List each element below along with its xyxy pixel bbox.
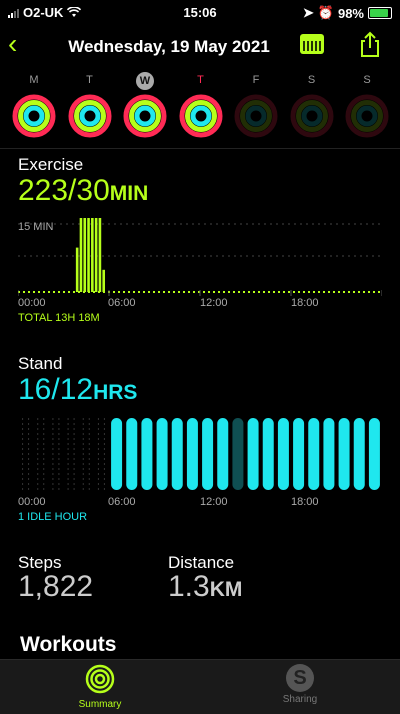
stand-bar	[277, 418, 289, 490]
day-0[interactable]: M	[12, 72, 56, 143]
stand-axis-0: 00:00	[18, 496, 46, 508]
activity-rings-icon	[123, 94, 167, 138]
stand-bar	[171, 418, 183, 490]
stand-bar	[247, 418, 259, 490]
battery-percent: 98%	[337, 5, 364, 21]
stand-axis-3: 18:00	[291, 496, 319, 508]
exercise-bar	[87, 218, 90, 292]
stand-bar	[126, 418, 138, 490]
day-letter: S	[363, 74, 371, 86]
stand-axis-1: 06:00	[108, 496, 136, 508]
activity-rings-icon	[12, 94, 56, 138]
location-icon: ➤	[302, 5, 314, 20]
calendar-icon[interactable]	[300, 34, 324, 54]
stand-bar	[156, 418, 168, 490]
day-6[interactable]: S	[345, 72, 389, 143]
stand-bar	[217, 418, 229, 490]
stand-bar	[141, 418, 153, 490]
exercise-bar	[98, 218, 102, 292]
day-3[interactable]: T	[179, 72, 223, 143]
sharing-icon: S	[286, 664, 314, 692]
activity-rings-icon	[179, 94, 222, 138]
stand-bar	[293, 418, 305, 490]
alarm-icon: ⏰	[317, 5, 334, 20]
stand-axis-2: 12:00	[200, 496, 228, 508]
exercise-bar	[79, 218, 83, 292]
stand-idle: 1 IDLE HOUR	[18, 511, 88, 523]
exercise-value: 223/30MIN	[18, 174, 148, 208]
stand-value-number: 16/12	[18, 373, 94, 406]
stand-bar	[202, 418, 214, 490]
activity-rings-icon	[68, 94, 111, 138]
stand-bar	[186, 418, 198, 490]
stand-chart	[22, 418, 380, 490]
distance-value-number: 1.3	[168, 570, 210, 603]
exercise-axis-2: 12:00	[200, 297, 228, 309]
exercise-bar	[91, 218, 94, 292]
exercise-unit: MIN	[109, 182, 149, 205]
day-letter: T	[197, 74, 204, 86]
day-4[interactable]: F	[234, 72, 278, 143]
stand-bar	[262, 418, 274, 490]
activity-rings-icon	[290, 94, 333, 138]
stand-unit: HRS	[93, 381, 138, 404]
battery-icon	[368, 7, 392, 19]
day-5[interactable]: S	[290, 72, 334, 143]
exercise-total: TOTAL 13H 18M	[18, 312, 100, 324]
stand-label: Stand	[18, 354, 63, 373]
day-letter: W	[136, 72, 154, 90]
stand-bar	[232, 418, 244, 490]
exercise-axis-0: 00:00	[18, 297, 46, 309]
exercise-bar	[83, 218, 87, 292]
tab-summary-label: Summary	[78, 699, 122, 710]
header: ‹ Wednesday, 19 May 2021	[0, 28, 400, 64]
exercise-chart	[18, 218, 382, 296]
activity-rings-icon	[234, 94, 278, 138]
tab-sharing[interactable]: S Sharing	[255, 664, 345, 705]
share-icon[interactable]	[356, 30, 384, 58]
stand-bar	[323, 418, 335, 490]
exercise-axis-3: 18:00	[291, 297, 319, 309]
day-letter: S	[307, 74, 316, 86]
distance-unit: KM	[209, 578, 243, 601]
summary-rings-icon	[85, 664, 115, 694]
day-letter: M	[29, 74, 39, 86]
stand-bar	[368, 418, 380, 490]
tab-bar: Summary S Sharing	[0, 659, 400, 714]
exercise-bar	[94, 218, 98, 292]
page-title: Wednesday, 19 May 2021	[68, 37, 270, 56]
stand-bar	[308, 418, 320, 490]
exercise-label: Exercise	[18, 155, 84, 174]
exercise-bar	[102, 269, 106, 292]
stand-bar	[338, 418, 350, 490]
steps-value: 1,822	[18, 570, 94, 603]
day-letter: T	[86, 74, 93, 86]
tab-sharing-label: Sharing	[282, 694, 318, 705]
exercise-bar	[75, 247, 79, 292]
workouts-heading: Workouts	[20, 633, 117, 656]
day-2[interactable]: W	[123, 72, 167, 143]
tab-summary[interactable]: Summary	[55, 664, 145, 710]
divider	[0, 148, 400, 149]
day-1[interactable]: T	[68, 72, 112, 143]
activity-rings-icon	[345, 94, 389, 138]
stand-bar	[353, 418, 365, 490]
stand-bar	[111, 418, 123, 490]
exercise-value-number: 223/30	[18, 174, 110, 207]
distance-value: 1.3KM	[168, 570, 242, 604]
day-letter: F	[252, 74, 260, 86]
week-strip: MTWTFSS	[0, 72, 400, 142]
status-bar: O2-UK 15:06 ➤ ⏰ 98%	[0, 0, 400, 24]
stand-value: 16/12HRS	[18, 373, 137, 407]
status-right: ➤ ⏰ 98%	[303, 5, 392, 21]
exercise-axis-1: 06:00	[108, 297, 136, 309]
